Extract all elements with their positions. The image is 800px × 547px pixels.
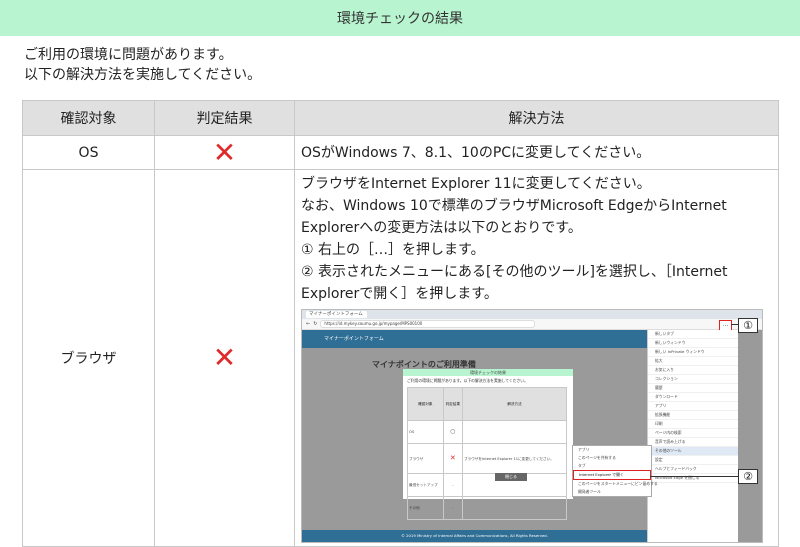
mini-cell: -: [442, 473, 464, 497]
solution-line-2: なお、Windows 10で標準のブラウザMicrosoft EdgeからInt…: [301, 198, 727, 214]
fail-cross-icon: ✕: [212, 135, 237, 169]
site-footer: © 2019 Ministry of Internal Affairs and …: [302, 530, 647, 542]
row-result-os: ✕: [154, 135, 295, 170]
header-title: 環境チェックの結果: [337, 11, 463, 27]
menu-item: 拡張機能: [648, 411, 738, 420]
menu-item: 新しい InPrivate ウィンドウ: [648, 348, 738, 357]
callout-line-1: [731, 324, 738, 325]
submenu-item: このページをスタートメニューにピン留めする: [578, 481, 658, 486]
mini-dialog-intro: ご利用の環境に問題があります。以下の解決方法を実施してください。: [407, 378, 528, 383]
browser-tabbar: マイナーポイントフォーム: [302, 310, 762, 319]
menu-item: 新しいタブ: [648, 330, 738, 339]
menu-item: 音声で読み上げる: [648, 438, 738, 447]
mini-cell: OS: [407, 420, 444, 444]
header-solution: 解決方法: [294, 100, 779, 136]
intro-line-1: ご利用の環境に問題があります。: [24, 47, 233, 63]
solution-line-3: Explorerへの変更方法は以下のとおりです。: [301, 220, 582, 236]
callout-line-2: [650, 476, 738, 477]
menu-item: アプリ: [648, 402, 738, 411]
more-tools-submenu: アプリ このページを共有する タブ Internet Explorer で開く …: [572, 445, 658, 497]
mini-dialog: 環境チェックの結果 ご利用の環境に問題があります。以下の解決方法を実施してくださ…: [402, 368, 574, 520]
mini-header: 判定結果: [442, 387, 464, 421]
result-header: 環境チェックの結果: [0, 0, 800, 36]
row-solution-browser: ブラウザをInternet Explorer 11に変更してください。 なお、W…: [294, 169, 779, 547]
menu-item: コレクション: [648, 375, 738, 384]
submenu-item: タブ: [578, 463, 586, 468]
instruction-screenshot: マイナーポイントフォーム ← ↻ https://id.mykey.soumu.…: [301, 309, 763, 543]
menu-item: ダウンロード: [648, 393, 738, 402]
solution-line-1: ブラウザをInternet Explorer 11に変更してください。: [301, 176, 651, 192]
submenu-item: アプリ: [578, 447, 590, 452]
menu-item: 拡大: [648, 357, 738, 366]
header-result: 判定結果: [154, 100, 295, 136]
menu-item: 履歴: [648, 384, 738, 393]
menu-item: ヘルプとフィードバック: [648, 465, 738, 474]
mini-cell: 最低セットアップ: [407, 473, 444, 497]
mini-table: 確認対象 判定結果 解決方法 OS ○ ブラウザ ✕ ブラウザをInternet…: [407, 387, 567, 520]
mini-fail-cross-icon: ✕: [442, 443, 464, 474]
mini-cell: その他: [407, 496, 444, 520]
menu-item: 新しいウィンドウ: [648, 339, 738, 348]
mini-cell: ブラウザをInternet Explorer 11に変更してください。: [462, 443, 567, 474]
menu-item-more-tools: その他のツール: [648, 447, 738, 456]
row-result-browser: ✕: [154, 169, 295, 547]
table-row-os: OS ✕ OSがWindows 7、8.1、10のPCに変更してください。: [22, 135, 779, 170]
menu-item: ページ内の検索: [648, 429, 738, 438]
result-table: 確認対象 判定結果 解決方法 OS ✕ OSがWindows 7、8.1、10の…: [22, 100, 779, 547]
solution-line-6: Explorerで開く］を押します。: [301, 286, 498, 302]
mini-dialog-title: 環境チェックの結果: [403, 369, 573, 376]
browser-addressbar: ← ↻ https://id.mykey.soumu.go.jp/mypage/…: [302, 319, 762, 330]
mini-cell: ブラウザ: [407, 443, 444, 474]
mini-header: 確認対象: [407, 387, 444, 421]
row-target-browser: ブラウザ: [22, 169, 155, 547]
submenu-item: このページを共有する: [578, 455, 616, 460]
fail-cross-icon: ✕: [212, 341, 237, 374]
mini-cell: [462, 496, 567, 520]
table-header-row: 確認対象 判定結果 解決方法: [22, 100, 779, 136]
submenu-item: 開発者ツール: [578, 489, 601, 494]
menu-item: 設定: [648, 456, 738, 465]
submenu-item-open-in-ie: Internet Explorer で開く: [573, 470, 651, 480]
solution-line-5: ② 表示されたメニューにある[その他のツール]を選択し、［Internet: [301, 264, 728, 280]
mini-cell: [462, 420, 567, 444]
url-field: https://id.mykey.soumu.go.jp/mypage/MPS0…: [320, 320, 536, 328]
intro-text: ご利用の環境に問題があります。 以下の解決方法を実施してください。: [24, 45, 261, 85]
intro-line-2: 以下の解決方法を実施してください。: [24, 67, 262, 83]
mini-header: 解決方法: [462, 387, 567, 421]
edge-settings-menu: 新しいタブ 新しいウィンドウ 新しい InPrivate ウィンドウ 拡大 お気…: [647, 330, 738, 542]
mini-cell: -: [442, 496, 464, 520]
menu-item: 印刷: [648, 420, 738, 429]
step-marker-2: ②: [738, 469, 758, 484]
row-solution-os: OSがWindows 7、8.1、10のPCに変更してください。: [294, 135, 779, 170]
step-marker-1: ①: [738, 318, 758, 333]
table-row-browser: ブラウザ ✕ ブラウザをInternet Explorer 11に変更してくださ…: [22, 169, 779, 547]
site-banner: マイナーポイントフォーム: [302, 330, 647, 348]
header-target: 確認対象: [22, 100, 155, 136]
menu-item: お気に入り: [648, 366, 738, 375]
solution-line-4: ① 右上の［…］を押します。: [301, 242, 485, 258]
mini-close-button: 閉じる: [495, 473, 527, 481]
row-target-os: OS: [22, 135, 155, 170]
mini-pass-circle-icon: ○: [442, 420, 464, 444]
